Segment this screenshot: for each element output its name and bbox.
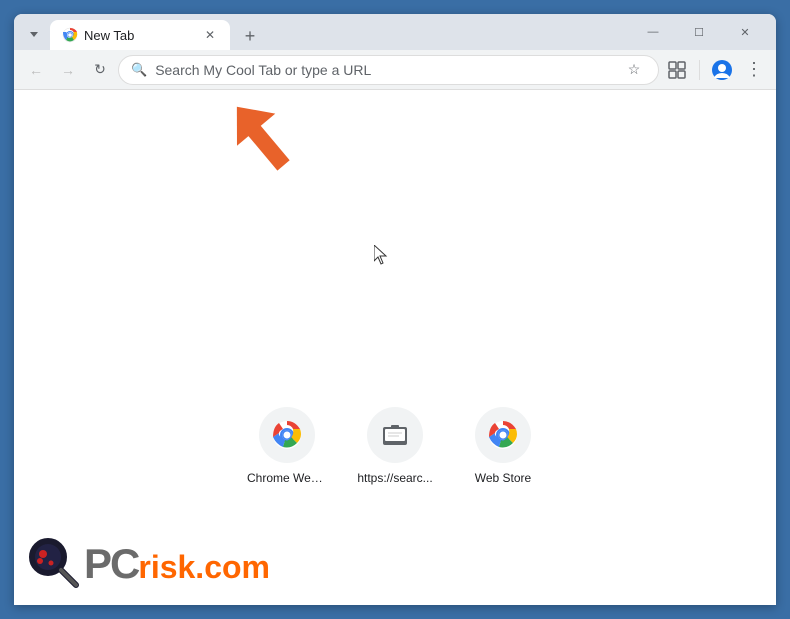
pcrisk-dot-text: . (195, 549, 204, 586)
mouse-cursor (374, 245, 390, 270)
pcrisk-magnifier-icon (26, 535, 84, 593)
pcrisk-logo: PC risk . com (26, 535, 270, 593)
active-tab[interactable]: New Tab ✕ (50, 20, 230, 50)
window-controls: — ☐ ✕ (630, 18, 768, 50)
new-tab-button[interactable]: + (236, 22, 264, 50)
reload-button[interactable]: ↻ (86, 56, 114, 84)
forward-button[interactable]: → (54, 56, 82, 84)
shortcut-icon-web-store (475, 407, 531, 463)
pcrisk-pc-text: PC (84, 540, 138, 588)
shortcut-label-search: https://searc... (355, 471, 435, 485)
title-bar: New Tab ✕ + — ☐ ✕ (14, 14, 776, 50)
shortcuts-row: Chrome Web... https://searc... (247, 407, 543, 485)
omnibox-right-icons: ☆ (622, 58, 646, 82)
shortcut-icon-search (367, 407, 423, 463)
shortcut-label-web-store: Web Store (463, 471, 543, 485)
pcrisk-text: PC risk . com (84, 540, 270, 588)
shortcut-web-store[interactable]: Web Store (463, 407, 543, 485)
profile-icon (711, 59, 733, 81)
tab-close-button[interactable]: ✕ (202, 27, 218, 43)
shortcut-label-chrome-web: Chrome Web... (247, 471, 327, 485)
menu-button[interactable]: ⋮ (740, 56, 768, 84)
extensions-icon (668, 61, 686, 79)
minimize-button[interactable]: — (630, 18, 676, 46)
shortcut-icon-chrome-web (259, 407, 315, 463)
web-store-icon (487, 419, 519, 451)
tab-strip-menu[interactable] (22, 22, 46, 46)
back-button[interactable]: ← (22, 56, 50, 84)
omnibox[interactable]: 🔍 Search My Cool Tab or type a URL ☆ (118, 55, 659, 85)
shortcut-search[interactable]: https://searc... (355, 407, 435, 485)
search-shortcut-icon (379, 419, 411, 451)
content-area: Chrome Web... https://searc... (14, 90, 776, 605)
extensions-button[interactable] (663, 56, 691, 84)
profile-button[interactable] (708, 56, 736, 84)
tab-favicon (62, 27, 78, 43)
maximize-button[interactable]: ☐ (676, 18, 722, 46)
tab-group: New Tab ✕ + (22, 20, 264, 50)
orange-arrow (224, 95, 314, 200)
pcrisk-risk-text: risk (138, 549, 195, 586)
toolbar-divider (699, 60, 700, 80)
chrome-web-store-icon (271, 419, 303, 451)
tab-title: New Tab (84, 28, 196, 43)
pcrisk-com-text: com (204, 549, 270, 586)
shortcut-chrome-web[interactable]: Chrome Web... (247, 407, 327, 485)
close-button[interactable]: ✕ (722, 18, 768, 46)
toolbar: ← → ↻ 🔍 Search My Cool Tab or type a URL… (14, 50, 776, 90)
omnibox-placeholder-text: Search My Cool Tab or type a URL (155, 62, 614, 78)
omnibox-search-icon: 🔍 (131, 62, 147, 78)
browser-window: New Tab ✕ + — ☐ ✕ ← → ↻ 🔍 Search My Cool… (14, 14, 776, 605)
bookmark-star-button[interactable]: ☆ (622, 58, 646, 82)
